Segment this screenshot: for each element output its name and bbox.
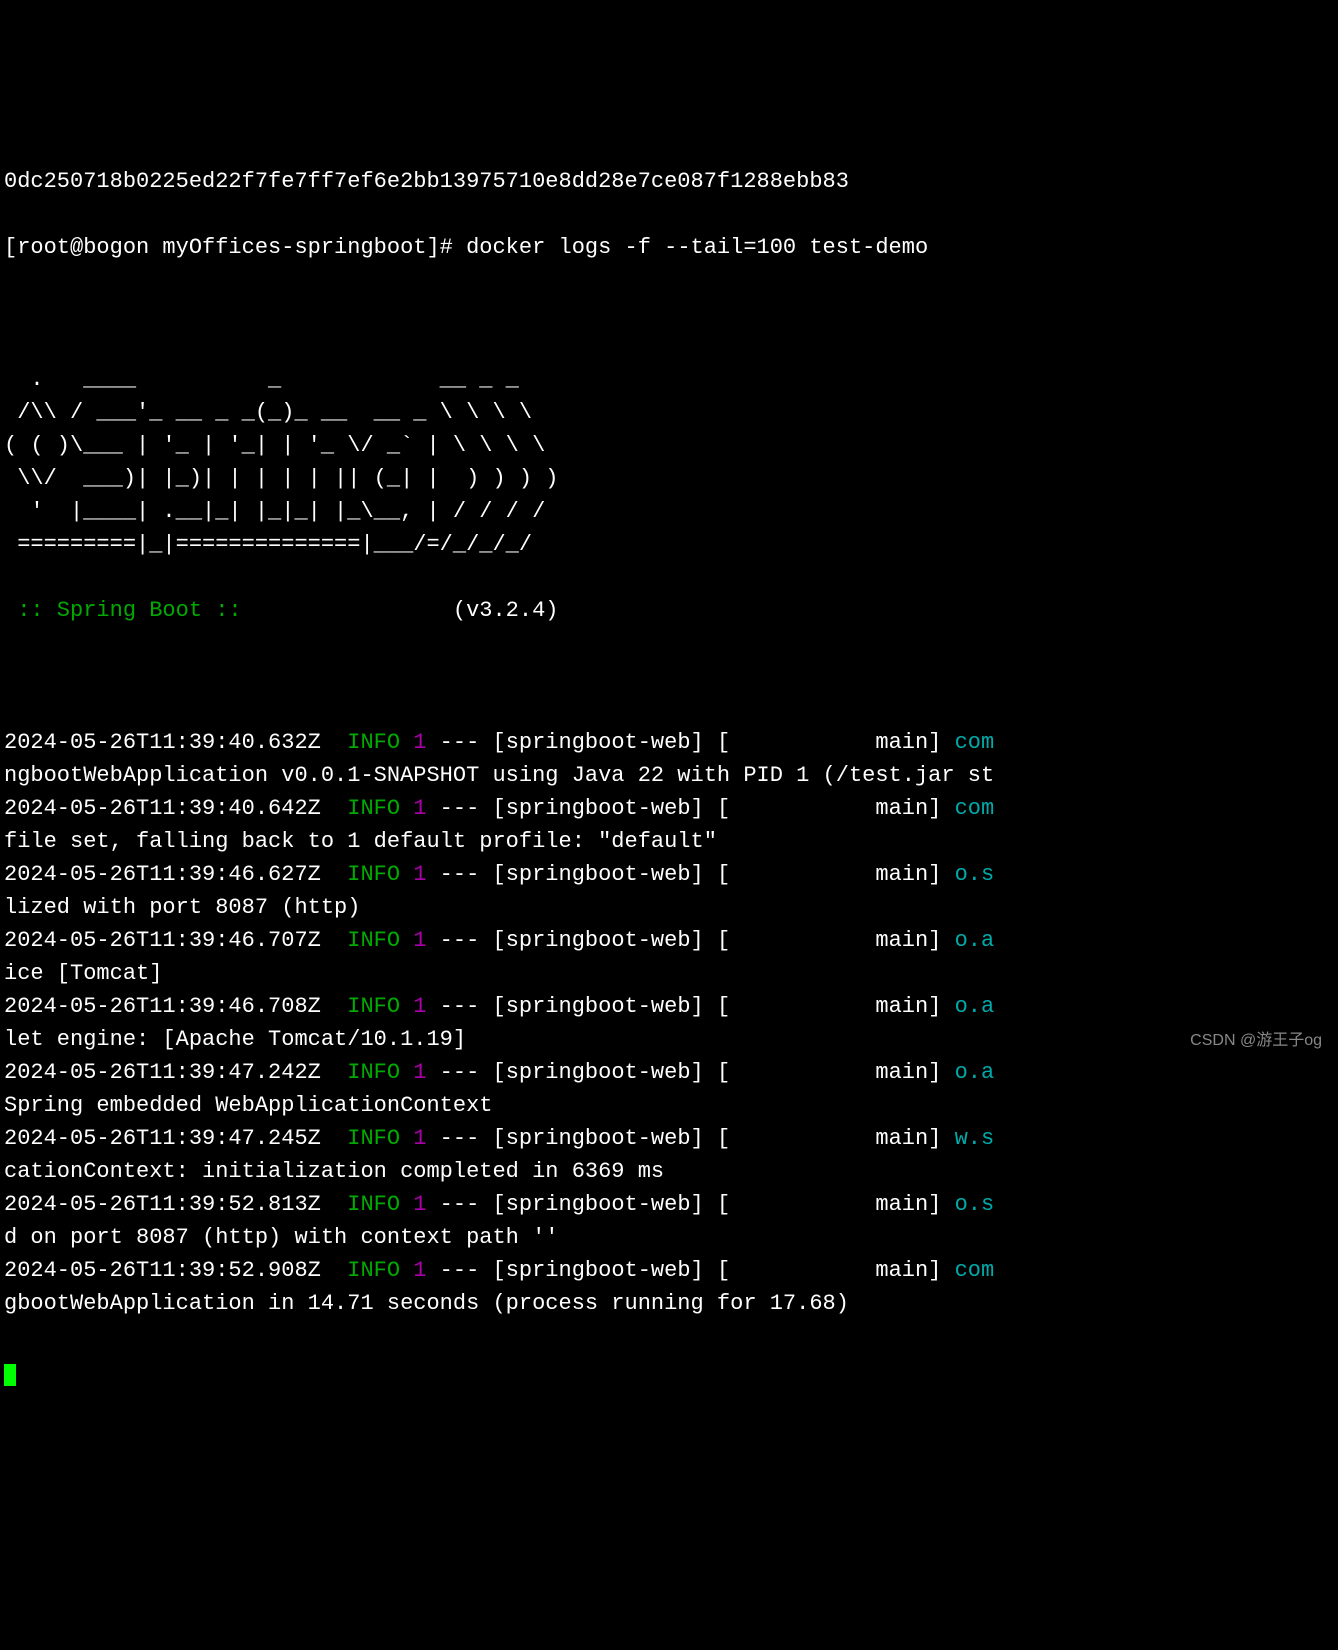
log-logger: o.s: [955, 862, 995, 887]
log-pid: 1: [400, 1192, 426, 1217]
log-timestamp: 2024-05-26T11:39:47.245Z: [4, 1126, 347, 1151]
log-separator: ---: [426, 1126, 492, 1151]
log-continuation: cationContext: initialization completed …: [4, 1155, 1334, 1188]
log-entries-container: 2024-05-26T11:39:40.632Z INFO 1 --- [spr…: [4, 726, 1334, 1320]
log-line: 2024-05-26T11:39:40.642Z INFO 1 --- [spr…: [4, 792, 1334, 825]
log-pid: 1: [400, 928, 426, 953]
log-pid: 1: [400, 862, 426, 887]
log-separator: ---: [426, 1192, 492, 1217]
log-level: INFO: [347, 796, 400, 821]
log-timestamp: 2024-05-26T11:39:46.707Z: [4, 928, 347, 953]
log-level: INFO: [347, 1060, 400, 1085]
log-separator: ---: [426, 1060, 492, 1085]
log-pid: 1: [400, 1258, 426, 1283]
log-separator: ---: [426, 796, 492, 821]
log-continuation: ice [Tomcat]: [4, 957, 1334, 990]
log-separator: ---: [426, 1258, 492, 1283]
log-line: 2024-05-26T11:39:46.708Z INFO 1 --- [spr…: [4, 990, 1334, 1023]
log-pid: 1: [400, 730, 426, 755]
log-logger: com: [955, 1258, 995, 1283]
log-level: INFO: [347, 862, 400, 887]
spring-boot-version-line: :: Spring Boot :: (v3.2.4): [4, 594, 1334, 627]
log-timestamp: 2024-05-26T11:39:46.627Z: [4, 862, 347, 887]
log-logger: com: [955, 796, 995, 821]
log-continuation: d on port 8087 (http) with context path …: [4, 1221, 1334, 1254]
log-context: [springboot-web]: [493, 1192, 717, 1217]
log-thread: [ main]: [717, 730, 955, 755]
log-context: [springboot-web]: [493, 1258, 717, 1283]
log-line: 2024-05-26T11:39:52.908Z INFO 1 --- [spr…: [4, 1254, 1334, 1287]
blank-line: [4, 297, 1334, 330]
log-thread: [ main]: [717, 1192, 955, 1217]
log-logger: com: [955, 730, 995, 755]
log-continuation: let engine: [Apache Tomcat/10.1.19]: [4, 1023, 1334, 1056]
log-logger: w.s: [955, 1126, 995, 1151]
log-continuation: lized with port 8087 (http): [4, 891, 1334, 924]
terminal-output[interactable]: 0dc250718b0225ed22f7fe7ff7ef6e2bb1397571…: [0, 132, 1338, 1419]
log-context: [springboot-web]: [493, 796, 717, 821]
log-level: INFO: [347, 730, 400, 755]
log-thread: [ main]: [717, 796, 955, 821]
log-continuation: file set, falling back to 1 default prof…: [4, 825, 1334, 858]
log-context: [springboot-web]: [493, 862, 717, 887]
spring-version: (v3.2.4): [255, 598, 559, 623]
log-timestamp: 2024-05-26T11:39:40.632Z: [4, 730, 347, 755]
log-pid: 1: [400, 1060, 426, 1085]
log-separator: ---: [426, 994, 492, 1019]
log-context: [springboot-web]: [493, 928, 717, 953]
log-thread: [ main]: [717, 862, 955, 887]
log-timestamp: 2024-05-26T11:39:52.908Z: [4, 1258, 347, 1283]
log-logger: o.a: [955, 1060, 995, 1085]
log-level: INFO: [347, 1258, 400, 1283]
log-context: [springboot-web]: [493, 994, 717, 1019]
log-separator: ---: [426, 862, 492, 887]
log-timestamp: 2024-05-26T11:39:46.708Z: [4, 994, 347, 1019]
shell-prompt: [root@bogon myOffices-springboot]#: [4, 235, 466, 260]
log-logger: o.a: [955, 928, 995, 953]
log-timestamp: 2024-05-26T11:39:47.242Z: [4, 1060, 347, 1085]
spring-ascii-art: . ____ _ __ _ _ /\\ / ___'_ __ _ _(_)_ _…: [4, 363, 1334, 561]
log-timestamp: 2024-05-26T11:39:40.642Z: [4, 796, 347, 821]
command-text: docker logs -f --tail=100 test-demo: [466, 235, 928, 260]
spring-boot-label: :: Spring Boot ::: [4, 598, 255, 623]
log-thread: [ main]: [717, 1126, 955, 1151]
log-thread: [ main]: [717, 1258, 955, 1283]
log-line: 2024-05-26T11:39:52.813Z INFO 1 --- [spr…: [4, 1188, 1334, 1221]
log-level: INFO: [347, 928, 400, 953]
log-separator: ---: [426, 730, 492, 755]
terminal-cursor: [4, 1364, 16, 1386]
log-pid: 1: [400, 796, 426, 821]
log-line: 2024-05-26T11:39:46.627Z INFO 1 --- [spr…: [4, 858, 1334, 891]
log-context: [springboot-web]: [493, 1126, 717, 1151]
log-continuation: gbootWebApplication in 14.71 seconds (pr…: [4, 1287, 1334, 1320]
log-pid: 1: [400, 994, 426, 1019]
prompt-line: [root@bogon myOffices-springboot]# docke…: [4, 231, 1334, 264]
log-level: INFO: [347, 1192, 400, 1217]
log-continuation: Spring embedded WebApplicationContext: [4, 1089, 1334, 1122]
log-thread: [ main]: [717, 928, 955, 953]
log-level: INFO: [347, 1126, 400, 1151]
log-thread: [ main]: [717, 1060, 955, 1085]
hash-line: 0dc250718b0225ed22f7fe7ff7ef6e2bb1397571…: [4, 165, 1334, 198]
watermark-text: CSDN @游王子og: [1190, 1029, 1322, 1053]
log-context: [springboot-web]: [493, 730, 717, 755]
log-logger: o.s: [955, 1192, 995, 1217]
log-thread: [ main]: [717, 994, 955, 1019]
log-line: 2024-05-26T11:39:40.632Z INFO 1 --- [spr…: [4, 726, 1334, 759]
log-separator: ---: [426, 928, 492, 953]
blank-line: [4, 660, 1334, 693]
cursor-line: [4, 1353, 1334, 1386]
log-timestamp: 2024-05-26T11:39:52.813Z: [4, 1192, 347, 1217]
log-continuation: ngbootWebApplication v0.0.1-SNAPSHOT usi…: [4, 759, 1334, 792]
log-level: INFO: [347, 994, 400, 1019]
log-line: 2024-05-26T11:39:47.245Z INFO 1 --- [spr…: [4, 1122, 1334, 1155]
log-context: [springboot-web]: [493, 1060, 717, 1085]
log-pid: 1: [400, 1126, 426, 1151]
log-logger: o.a: [955, 994, 995, 1019]
log-line: 2024-05-26T11:39:46.707Z INFO 1 --- [spr…: [4, 924, 1334, 957]
